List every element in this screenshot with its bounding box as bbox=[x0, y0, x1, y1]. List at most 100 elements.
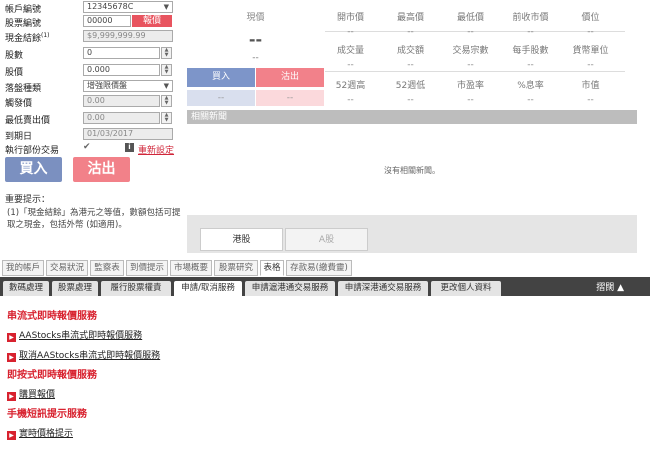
trigger-stepper[interactable]: ▲ ▼ bbox=[161, 95, 172, 107]
order-type-row: 落盤種類 增強限價盤 bbox=[0, 80, 184, 94]
grid-header: 成交額 bbox=[396, 46, 424, 56]
cash-row: 現金結餘(1) $9,999,999.99 bbox=[0, 30, 184, 44]
collapse-toggle[interactable]: 摺闊 ▲ bbox=[596, 280, 624, 293]
reminder-note: (1)「現金結餘」為港元之等值，數額包括可提取之現金，包括外幣 (如適用)。 bbox=[7, 208, 181, 230]
partial-label: 執行部份交易 bbox=[5, 146, 60, 156]
grid-header: 貨幣單位 bbox=[572, 46, 609, 56]
account-select[interactable]: 12345678C bbox=[83, 1, 173, 13]
grid-header: 最低價 bbox=[456, 13, 484, 23]
subtab-shenzhen-connect[interactable]: 申請深港通交易服務 bbox=[338, 281, 428, 296]
grid-header: 市值 bbox=[581, 81, 600, 91]
section-title-sms: 手機短訊提示服務 bbox=[7, 409, 87, 420]
subtab-digital[interactable]: 數碼處理 bbox=[3, 281, 49, 296]
grid-value: -- bbox=[467, 27, 474, 37]
price-stepper[interactable]: ▲ ▼ bbox=[161, 64, 172, 76]
stock-code-row: 股票編號 00000 報價 bbox=[0, 15, 184, 29]
partial-row: 執行部份交易 ✔ i 重新設定 bbox=[0, 142, 184, 156]
min-sell-input[interactable]: 0.00 bbox=[83, 112, 160, 124]
subtab-personal-info[interactable]: 更改個人資料 bbox=[431, 281, 501, 296]
price-label: 股價 bbox=[5, 68, 24, 78]
current-price: -- bbox=[248, 30, 263, 49]
services-list: 串流式即時報價服務 ▶ AAStocks串流式即時報價服務 ▶ 取消AAStocks… bbox=[0, 296, 650, 462]
service-link-realtime-price-alert[interactable]: ▶ 實時價格提示 bbox=[7, 426, 73, 440]
grid-value: -- bbox=[467, 95, 474, 105]
bid-value: -- bbox=[187, 90, 255, 106]
grid-header: 前收市價 bbox=[512, 13, 549, 23]
subtab-shanghai-connect[interactable]: 申請滬港通交易服務 bbox=[245, 281, 335, 296]
news-header: 相關新聞 bbox=[187, 110, 637, 124]
no-news-message: 沒有相關新聞。 bbox=[384, 166, 440, 175]
subtab-stock-handling[interactable]: 股票處理 bbox=[52, 281, 98, 296]
quote-button[interactable]: 報價 bbox=[132, 15, 172, 27]
grid-value: -- bbox=[407, 95, 414, 105]
main-nav: 我的帳戶 交易狀況 監察表 到價提示 市場概要 股票研究 表格 存款易(繳費靈) bbox=[0, 260, 650, 276]
tab-price-alert[interactable]: 到價提示 bbox=[126, 260, 168, 276]
expiry-label: 到期日 bbox=[5, 132, 33, 142]
min-sell-row: 最低賣出價 0.00 ▲ ▼ bbox=[0, 112, 184, 126]
tab-watchlist[interactable]: 監察表 bbox=[90, 260, 124, 276]
quote-inner: 現價 -- -- 買入 沽出 -- -- 開市價 最高價 最低價 前收市價 價位… bbox=[187, 0, 637, 215]
cash-value: $9,999,999.99 bbox=[83, 30, 173, 42]
account-value: 12345678C bbox=[87, 2, 134, 11]
sell-button[interactable]: 沽出 bbox=[73, 157, 130, 182]
tab-market-overview[interactable]: 市場概要 bbox=[170, 260, 212, 276]
service-link-cancel-aastocks-streaming[interactable]: ▶ 取消AAStocks串流式即時報價服務 bbox=[7, 348, 160, 362]
lots-row: 股數 0 ▲ ▼ bbox=[0, 47, 184, 61]
arrow-right-icon: ▶ bbox=[7, 392, 16, 401]
account-label: 帳戶編號 bbox=[5, 5, 42, 15]
grid-header: 52週低 bbox=[395, 81, 426, 91]
section-title-streaming: 串流式即時報價服務 bbox=[7, 311, 97, 322]
tab-stock-research[interactable]: 股票研究 bbox=[214, 260, 258, 276]
tab-hk-stocks[interactable]: 港股 bbox=[200, 228, 283, 251]
buy-button[interactable]: 買入 bbox=[5, 157, 62, 182]
lots-input[interactable]: 0 bbox=[83, 47, 160, 59]
arrow-right-icon: ▶ bbox=[7, 333, 16, 342]
tab-forms[interactable]: 表格 bbox=[260, 260, 284, 276]
order-type-value: 增強限價盤 bbox=[87, 81, 127, 90]
expiry-input[interactable]: 01/03/2017 bbox=[83, 128, 173, 140]
tab-my-account[interactable]: 我的帳戶 bbox=[2, 260, 44, 276]
subtab-corporate-actions[interactable]: 履行股票權責 bbox=[101, 281, 171, 296]
partial-checkbox[interactable]: ✔ bbox=[83, 142, 91, 152]
trigger-input[interactable]: 0.00 bbox=[83, 95, 160, 107]
price-change: -- bbox=[252, 53, 259, 63]
tab-a-shares[interactable]: A股 bbox=[285, 228, 368, 251]
stock-code-input[interactable]: 00000 bbox=[83, 15, 131, 27]
grid-header: 交易宗數 bbox=[452, 46, 489, 56]
grid-header: %息率 bbox=[517, 81, 544, 91]
arrow-right-icon: ▶ bbox=[7, 431, 16, 440]
expiry-row: 到期日 01/03/2017 bbox=[0, 128, 184, 142]
section-title-click-quote: 即按式即時報價服務 bbox=[7, 370, 97, 381]
grid-value: -- bbox=[347, 60, 354, 70]
grid-header: 每手股數 bbox=[512, 46, 549, 56]
quote-sell-label[interactable]: 沽出 bbox=[256, 68, 324, 87]
order-type-label: 落盤種類 bbox=[5, 84, 42, 94]
grid-value: -- bbox=[347, 27, 354, 37]
service-link-aastocks-streaming[interactable]: ▶ AAStocks串流式即時報價服務 bbox=[7, 328, 142, 342]
trigger-row: 觸發價 0.00 ▲ ▼ bbox=[0, 95, 184, 109]
min-sell-label: 最低賣出價 bbox=[5, 116, 51, 126]
order-form: 帳戶編號 12345678C 股票編號 00000 報價 現金結餘(1) $9,… bbox=[0, 0, 184, 240]
ask-value: -- bbox=[256, 90, 324, 106]
grid-header: 52週高 bbox=[335, 81, 366, 91]
grid-value: -- bbox=[407, 27, 414, 37]
subtab-apply-cancel-service[interactable]: 申請/取消服務 bbox=[174, 281, 242, 296]
price-row: 股價 0.000 ▲ ▼ bbox=[0, 64, 184, 78]
info-icon[interactable]: i bbox=[125, 143, 134, 152]
reset-link[interactable]: 重新設定 bbox=[138, 143, 174, 156]
service-link-buy-quotes[interactable]: ▶ 購買報價 bbox=[7, 387, 55, 401]
tab-deposit-pps[interactable]: 存款易(繳費靈) bbox=[286, 260, 352, 276]
quote-buy-label[interactable]: 買入 bbox=[187, 68, 255, 87]
order-type-select[interactable]: 增強限價盤 bbox=[83, 80, 173, 92]
tab-trade-status[interactable]: 交易狀況 bbox=[46, 260, 88, 276]
grid-value: -- bbox=[347, 95, 354, 105]
grid-divider bbox=[325, 71, 625, 72]
min-sell-stepper[interactable]: ▲ ▼ bbox=[161, 112, 172, 124]
grid-header: 成交量 bbox=[336, 46, 364, 56]
lots-stepper[interactable]: ▲ ▼ bbox=[161, 47, 172, 59]
grid-header: 價位 bbox=[581, 13, 600, 23]
price-input[interactable]: 0.000 bbox=[83, 64, 160, 76]
grid-value: -- bbox=[587, 27, 594, 37]
grid-header: 最高價 bbox=[396, 13, 424, 23]
quote-panel: 現價 -- -- 買入 沽出 -- -- 開市價 最高價 最低價 前收市價 價位… bbox=[187, 0, 637, 253]
